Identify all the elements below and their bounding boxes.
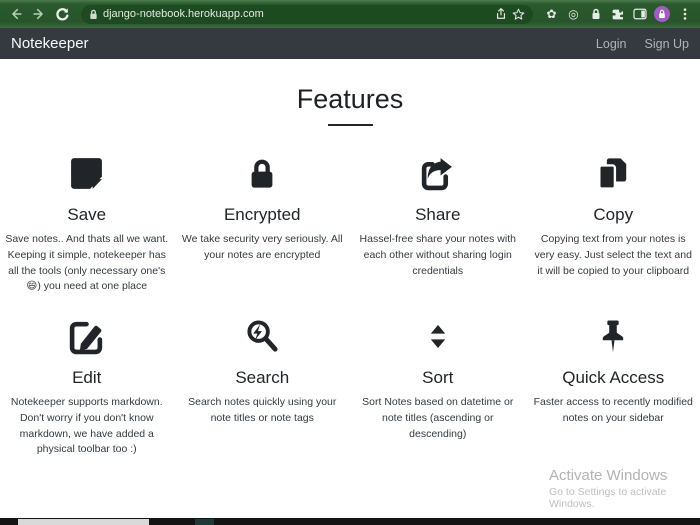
feature-title: Sort — [356, 368, 520, 388]
extension-lock-icon[interactable] — [588, 7, 603, 22]
share-square-icon — [356, 152, 520, 192]
feature-save: Save Save notes.. And thats all we want.… — [2, 152, 172, 295]
save-note-icon — [5, 152, 169, 192]
thumbtack-icon — [532, 315, 696, 355]
login-link[interactable]: Login — [596, 37, 627, 51]
feature-quick-access: Quick Access Faster access to recently m… — [529, 315, 699, 458]
feature-description: Hassel-free share your notes with each o… — [356, 232, 520, 279]
feature-description: Notekeeper supports markdown. Don't worr… — [5, 395, 169, 458]
sort-icon — [356, 315, 520, 355]
signup-link[interactable]: Sign Up — [645, 37, 689, 51]
site-navbar: Notekeeper Login Sign Up — [0, 28, 700, 59]
lock-icon — [181, 152, 345, 192]
browser-toolbar: django-notebook.herokuapp.com ✿ ◎ — [0, 0, 700, 28]
taskbar[interactable] — [0, 518, 700, 525]
feature-sort: Sort Sort Notes based on datetime or not… — [353, 315, 523, 458]
back-icon[interactable] — [8, 6, 24, 22]
search-bolt-icon — [181, 315, 345, 355]
feature-title: Search — [181, 368, 345, 388]
bookmark-star-icon[interactable] — [512, 8, 525, 21]
reload-icon[interactable] — [54, 6, 70, 22]
extension-target-icon[interactable]: ◎ — [566, 7, 581, 22]
feature-description: Search notes quickly using your note tit… — [181, 395, 345, 427]
side-panel-icon[interactable] — [632, 7, 647, 22]
activate-windows-watermark: Activate Windows Go to Settings to activ… — [549, 467, 700, 510]
share-page-icon[interactable] — [495, 8, 507, 20]
profile-avatar[interactable] — [654, 6, 670, 22]
feature-description: Faster access to recently modified notes… — [532, 395, 696, 427]
feature-title: Save — [5, 205, 169, 225]
feature-description: We take security very seriously. All you… — [181, 232, 345, 264]
ssl-lock-icon[interactable] — [89, 9, 98, 20]
edit-icon — [5, 315, 169, 355]
browser-menu-icon[interactable] — [677, 7, 692, 22]
features-grid: Save Save notes.. And thats all we want.… — [2, 152, 698, 458]
page-title: Features — [0, 84, 700, 115]
brand-link[interactable]: Notekeeper — [11, 35, 89, 52]
feature-search: Search Search notes quickly using your n… — [178, 315, 348, 458]
feature-description: Copying text from your notes is very eas… — [532, 232, 696, 279]
watermark-subtitle: Go to Settings to activate Windows. — [549, 486, 700, 510]
feature-title: Copy — [532, 205, 696, 225]
feature-title: Quick Access — [532, 368, 696, 388]
auth-links: Login Sign Up — [596, 37, 689, 51]
taskbar-app-segment[interactable] — [195, 519, 214, 525]
feature-share: Share Hassel-free share your notes with … — [353, 152, 523, 295]
feature-title: Share — [356, 205, 520, 225]
forward-icon[interactable] — [31, 6, 47, 22]
extension-flower-icon[interactable]: ✿ — [544, 7, 559, 22]
feature-edit: Edit Notekeeper supports markdown. Don't… — [2, 315, 172, 458]
feature-description: Sort Notes based on datetime or note tit… — [356, 395, 520, 442]
feature-title: Edit — [5, 368, 169, 388]
address-bar[interactable]: django-notebook.herokuapp.com — [81, 5, 533, 24]
copy-icon — [532, 152, 696, 192]
heading-underline — [328, 124, 373, 126]
feature-title: Encrypted — [181, 205, 345, 225]
extensions-puzzle-icon[interactable] — [610, 7, 625, 22]
url-text[interactable]: django-notebook.herokuapp.com — [103, 8, 490, 20]
feature-encrypted: Encrypted We take security very seriousl… — [178, 152, 348, 295]
taskbar-app-segment[interactable] — [18, 519, 149, 525]
watermark-title: Activate Windows — [549, 467, 700, 484]
feature-description: Save notes.. And thats all we want. Keep… — [5, 232, 169, 295]
feature-copy: Copy Copying text from your notes is ver… — [529, 152, 699, 295]
